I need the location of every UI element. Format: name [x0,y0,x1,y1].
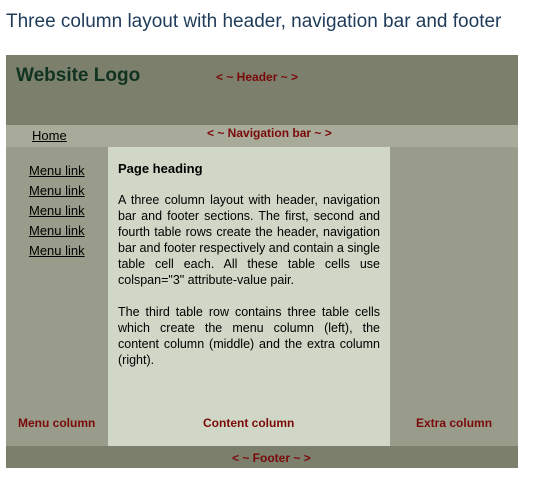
content-column-label: Content column [203,416,295,430]
menu-link[interactable]: Menu link [29,161,85,181]
navigation-bar: Home < ~ Navigation bar ~ > [6,125,518,147]
header-row: Website Logo < ~ Header ~ > [6,55,518,125]
three-column-layout-table: Website Logo < ~ Header ~ > Home < ~ Nav… [6,55,518,468]
menu-column-label: Menu column [18,416,96,430]
menu-link-list: Menu link Menu link Menu link Menu link … [29,161,85,261]
footer-label: < ~ Footer ~ > [232,451,311,465]
website-logo: Website Logo [16,65,141,86]
menu-link[interactable]: Menu link [29,221,85,241]
footer-row: < ~ Footer ~ > [6,446,518,468]
menu-link[interactable]: Menu link [29,201,85,221]
menu-column: Menu link Menu link Menu link Menu link … [6,147,108,446]
extra-column: Extra column [390,147,518,446]
nav-home-link[interactable]: Home [32,128,67,143]
menu-link[interactable]: Menu link [29,181,85,201]
page-title: Three column layout with header, navigat… [6,11,502,32]
content-column: Page heading A three column layout with … [108,147,390,446]
navigation-bar-label: < ~ Navigation bar ~ > [207,126,332,140]
content-paragraph: A three column layout with header, navig… [118,193,380,287]
content-paragraph: The third table row contains three table… [118,305,380,367]
header-label: < ~ Header ~ > [216,70,299,84]
menu-link[interactable]: Menu link [29,241,85,261]
page-heading: Page heading [118,161,203,176]
extra-column-label: Extra column [416,416,493,430]
content-body: Page heading A three column layout with … [118,161,380,384]
